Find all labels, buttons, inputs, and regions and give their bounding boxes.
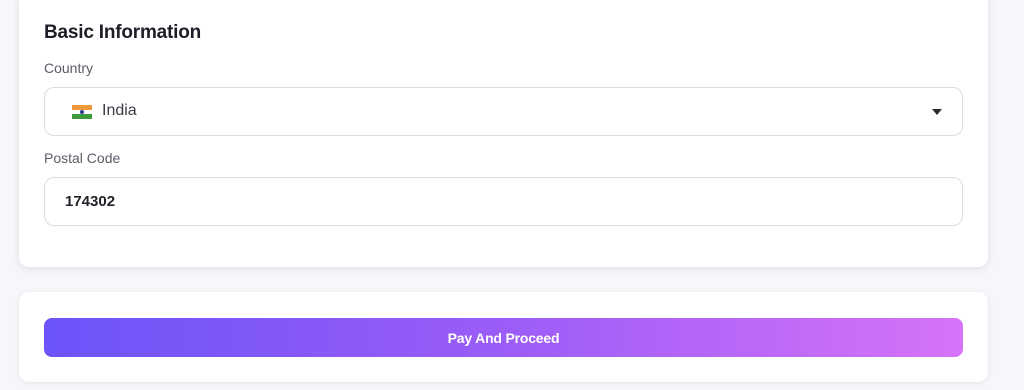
payment-card: Pay And Proceed (19, 292, 988, 382)
postal-code-input[interactable] (44, 177, 963, 226)
caret-down-icon[interactable] (932, 109, 942, 115)
basic-information-card: Basic Information Country India Postal C… (19, 0, 988, 267)
country-selected-value: India (102, 102, 137, 119)
postal-code-label: Postal Code (44, 150, 121, 166)
pay-and-proceed-button[interactable]: Pay And Proceed (44, 318, 963, 357)
country-label: Country (44, 60, 94, 76)
india-flag-icon (72, 105, 92, 120)
section-title: Basic Information (44, 22, 202, 43)
country-select[interactable]: India (44, 87, 963, 136)
